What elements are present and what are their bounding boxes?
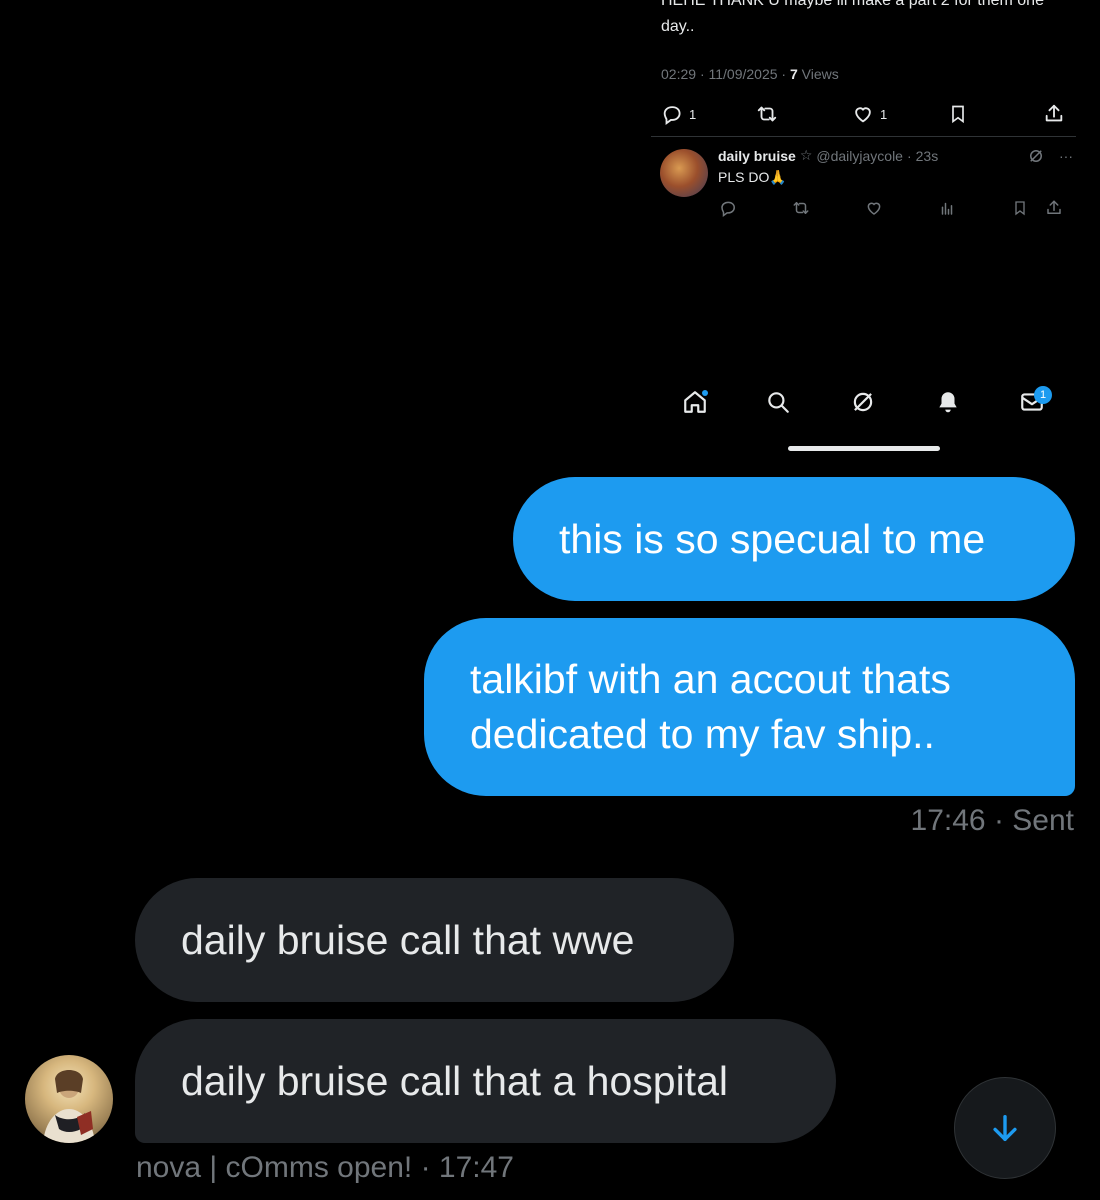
received-message-bubble[interactable]: daily bruise call that wwe bbox=[135, 878, 734, 1002]
received-message-bubble[interactable]: daily bruise call that a hospital bbox=[135, 1019, 836, 1143]
reply-reply-button[interactable] bbox=[716, 196, 740, 220]
reply-count: 1 bbox=[689, 106, 697, 122]
sender-avatar[interactable] bbox=[25, 1055, 113, 1143]
home-indicator bbox=[788, 446, 940, 451]
sent-timestamp: 17:46 · Sent bbox=[910, 804, 1074, 837]
bookmark-button[interactable] bbox=[948, 100, 968, 128]
bell-icon bbox=[939, 392, 957, 413]
reply-age: 23s bbox=[915, 147, 939, 164]
message-text: this is so specual to me bbox=[559, 515, 986, 562]
reply-bookmark-button[interactable] bbox=[1008, 196, 1032, 220]
grok-icon[interactable] bbox=[1027, 147, 1045, 165]
reply-icon bbox=[663, 106, 681, 125]
shared-post-card[interactable]: HEHE THANK U maybe ill make a part 2 for… bbox=[651, 0, 1081, 460]
post-date: 11/09/2025 bbox=[708, 66, 778, 82]
arrow-down-icon bbox=[993, 1114, 1017, 1142]
more-options-icon[interactable]: ··· bbox=[1059, 148, 1073, 164]
repost-icon bbox=[793, 202, 809, 214]
post-time: 02:29 bbox=[661, 66, 697, 82]
nav-home[interactable] bbox=[675, 382, 715, 422]
search-icon bbox=[768, 392, 789, 413]
post-text: HEHE THANK U maybe ill make a part 2 for… bbox=[661, 0, 1044, 35]
like-count: 1 bbox=[880, 106, 888, 122]
reply-views-button[interactable] bbox=[935, 196, 959, 220]
bookmark-icon bbox=[952, 105, 964, 124]
sent-message-bubble[interactable]: talkibf with an accout thats dedicated t… bbox=[424, 618, 1075, 796]
reply-repost-button[interactable] bbox=[789, 196, 813, 220]
reply-header: daily bruise ☆ @dailyjaycole · 23s bbox=[718, 147, 939, 164]
heart-icon bbox=[867, 202, 881, 215]
repost-icon bbox=[757, 106, 777, 122]
reply-action-bar bbox=[651, 196, 1076, 220]
analytics-icon bbox=[941, 202, 953, 215]
messages-badge: 1 bbox=[1034, 386, 1052, 404]
bookmark-icon bbox=[1015, 201, 1025, 216]
reply-share-button[interactable] bbox=[1042, 196, 1066, 220]
reply-like-button[interactable] bbox=[862, 196, 886, 220]
reply-handle[interactable]: @dailyjaycole bbox=[816, 148, 903, 164]
reply-button[interactable]: 1 bbox=[661, 100, 696, 128]
views-label: Views bbox=[801, 66, 839, 82]
post-divider bbox=[651, 136, 1076, 137]
star-icon: ☆ bbox=[799, 147, 813, 163]
post-metadata: 02:29 · 11/09/2025 · 7 Views bbox=[661, 66, 839, 82]
sent-message-bubble[interactable]: this is so specual to me bbox=[513, 477, 1075, 601]
reply-tools: ··· bbox=[1027, 147, 1073, 165]
like-button[interactable]: 1 bbox=[852, 100, 887, 128]
share-icon bbox=[1045, 104, 1063, 122]
nav-notifications[interactable] bbox=[928, 382, 968, 422]
share-icon bbox=[1047, 200, 1061, 214]
received-timestamp: nova | cOmms open! · 17:47 bbox=[136, 1151, 514, 1184]
heart-icon bbox=[855, 107, 871, 123]
avatar-image bbox=[43, 1070, 95, 1143]
reply-text: PLS DO🙏 bbox=[718, 169, 787, 185]
reply-display-name[interactable]: daily bruise bbox=[718, 148, 796, 164]
message-text: talkibf with an accout thats dedicated t… bbox=[470, 656, 951, 757]
home-notification-dot bbox=[702, 390, 708, 396]
message-text: daily bruise call that wwe bbox=[181, 916, 635, 963]
views-count: 7 bbox=[789, 66, 798, 82]
post-action-bar: 1 1 bbox=[651, 100, 1076, 128]
nav-grok[interactable] bbox=[843, 382, 883, 422]
repost-button[interactable] bbox=[755, 100, 779, 128]
nav-messages[interactable]: 1 bbox=[1012, 382, 1052, 422]
share-button[interactable] bbox=[1043, 100, 1065, 128]
reply-icon bbox=[721, 201, 735, 217]
reply-avatar[interactable] bbox=[660, 149, 708, 197]
nav-search[interactable] bbox=[758, 382, 798, 422]
grok-icon bbox=[853, 392, 873, 412]
scroll-to-bottom-button[interactable] bbox=[954, 1077, 1056, 1179]
message-text: daily bruise call that a hospital bbox=[181, 1057, 728, 1104]
bottom-nav-bar: 1 bbox=[651, 372, 1081, 432]
